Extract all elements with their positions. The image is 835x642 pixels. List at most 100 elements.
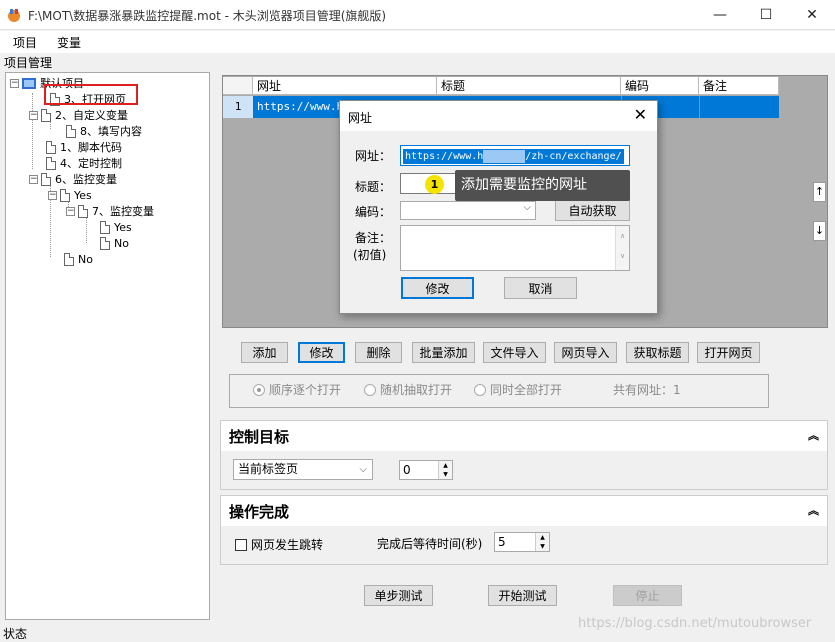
tree-item-label: Yes: [114, 220, 132, 234]
tree-item-yes-nested[interactable]: Yes: [100, 219, 132, 235]
column-note[interactable]: 备注: [699, 77, 779, 95]
checkbox-icon[interactable]: [235, 538, 247, 551]
radio-sequential[interactable]: 顺序逐个打开: [253, 381, 341, 398]
maximize-button[interactable]: ☐: [743, 0, 789, 30]
app-icon: [6, 7, 22, 23]
tree-item-label: 1、脚本代码: [60, 141, 122, 154]
tree-item-timer-control[interactable]: 4、定时控制: [46, 155, 122, 171]
document-icon: [41, 108, 51, 122]
batch-add-button[interactable]: 批量添加: [412, 342, 475, 363]
tree-item-no[interactable]: No: [64, 251, 93, 267]
collapse-chevron-icon[interactable]: ︽: [808, 427, 819, 443]
url-input[interactable]: https://www.h/zh-cn/exchange/: [400, 145, 630, 166]
collapse-icon[interactable]: −: [10, 78, 19, 88]
tree-item-label: 4、定时控制: [60, 157, 122, 170]
project-panel-label: 项目管理: [4, 56, 53, 70]
add-button[interactable]: 添加: [241, 342, 288, 363]
page-import-button[interactable]: 网页导入: [554, 342, 617, 363]
spinner-value: 5: [498, 535, 506, 549]
radio-dot-icon: [253, 383, 265, 396]
tree-item-yes[interactable]: − Yes: [48, 187, 92, 203]
step-test-button[interactable]: 单步测试: [364, 585, 433, 606]
url-value-end: /zh-cn/exchange/: [525, 151, 622, 162]
get-title-button[interactable]: 获取标题: [626, 342, 689, 363]
target-select[interactable]: 当前标签页 ⌵: [233, 459, 373, 480]
checkbox-label: 网页发生跳转: [251, 538, 324, 552]
delete-button[interactable]: 删除: [355, 342, 402, 363]
document-icon: [60, 188, 70, 202]
status-bar-label: 状态: [3, 627, 28, 641]
url-count: 共有网址：1: [613, 383, 681, 397]
watermark: https://blog.csdn.net/mutoubrowser: [578, 616, 812, 631]
collapse-icon[interactable]: −: [29, 110, 38, 120]
operation-done-section: 操作完成 ︽ 网页发生跳转 完成后等待时间(秒) 5 ▲ ▼: [220, 495, 828, 565]
dialog-title: 网址: [348, 111, 373, 125]
auto-detect-button[interactable]: 自动获取: [555, 200, 630, 221]
move-down-button[interactable]: ↓: [813, 221, 826, 241]
edit-button[interactable]: 修改: [298, 342, 345, 363]
tree-item-label: 2、自定义变量: [55, 109, 128, 122]
highlight-box: [44, 84, 138, 105]
document-icon: [41, 172, 51, 186]
note-label: 备注：: [355, 231, 392, 245]
dialog-cancel-button[interactable]: 取消: [504, 277, 577, 299]
radio-label: 同时全部打开: [490, 383, 563, 397]
operation-done-title: 操作完成: [229, 503, 290, 521]
scrollbar[interactable]: ∧ ∨: [615, 226, 629, 270]
encoding-select[interactable]: ⌵: [400, 201, 536, 220]
radio-random[interactable]: 随机抽取打开: [364, 381, 452, 398]
minimize-button[interactable]: —: [697, 0, 743, 30]
title-label: 标题：: [355, 180, 392, 194]
document-icon: [100, 220, 110, 234]
url-value-start: https://www.h: [405, 151, 484, 162]
tree-item-label: Yes: [74, 188, 92, 202]
tree-item-label: 8、填写内容: [80, 125, 142, 138]
collapse-icon[interactable]: −: [29, 174, 38, 184]
project-tree[interactable]: − 默认项目 3、打开网页 − 2、自定义变量 8、填写内容 1、脚本代码 4、…: [5, 72, 210, 620]
column-title[interactable]: 标题: [437, 77, 621, 95]
start-test-button[interactable]: 开始测试: [488, 585, 557, 606]
radio-label: 顺序逐个打开: [269, 383, 342, 397]
spinner-arrows-icon[interactable]: ▲ ▼: [438, 461, 452, 479]
url-dialog: 网址 ✕ 网址： https://www.h/zh-cn/exchange/ 标…: [339, 100, 658, 314]
menu-bar: [0, 31, 835, 53]
target-spinner[interactable]: 0 ▲ ▼: [399, 460, 453, 480]
tree-item-no-nested[interactable]: No: [100, 235, 129, 251]
wait-spinner[interactable]: 5 ▲ ▼: [494, 532, 550, 552]
redirect-checkbox[interactable]: 网页发生跳转: [235, 536, 323, 553]
cell-note[interactable]: [699, 96, 779, 118]
column-url[interactable]: 网址: [253, 77, 437, 95]
tooltip: 添加需要监控的网址: [455, 170, 630, 201]
url-label: 网址：: [355, 149, 392, 163]
tree-item-custom-variable[interactable]: − 2、自定义变量: [29, 107, 128, 123]
collapse-icon[interactable]: −: [48, 190, 57, 200]
move-up-button[interactable]: ↑: [813, 182, 826, 202]
stop-button[interactable]: 停止: [613, 585, 682, 606]
document-icon: [100, 236, 110, 250]
note-sublabel: (初值): [353, 248, 387, 262]
tree-item-monitor-variable[interactable]: − 6、监控变量: [29, 171, 117, 187]
tree-item-monitor-variable-7[interactable]: − 7、监控变量: [66, 203, 154, 219]
file-import-button[interactable]: 文件导入: [483, 342, 546, 363]
radio-all[interactable]: 同时全部打开: [474, 381, 562, 398]
chevron-down-icon: ⌵: [359, 464, 367, 475]
control-target-section: 控制目标 ︽ 当前标签页 ⌵ 0 ▲ ▼: [220, 420, 828, 490]
spinner-value: 0: [403, 463, 411, 477]
blurred-region: [483, 149, 526, 163]
collapse-icon[interactable]: −: [66, 206, 75, 216]
menu-variables[interactable]: 变量: [57, 34, 81, 51]
column-encoding[interactable]: 编码: [621, 77, 699, 95]
note-textarea[interactable]: ∧ ∨: [400, 225, 630, 271]
dialog-close-icon[interactable]: ✕: [634, 105, 647, 124]
tree-item-fill-content[interactable]: 8、填写内容: [66, 123, 142, 139]
encoding-label: 编码：: [355, 205, 392, 219]
open-page-button[interactable]: 打开网页: [697, 342, 760, 363]
url-input-value: https://www.h/zh-cn/exchange/: [403, 149, 624, 164]
menu-project[interactable]: 项目: [13, 34, 37, 51]
spinner-arrows-icon[interactable]: ▲ ▼: [535, 533, 549, 551]
dialog-ok-button[interactable]: 修改: [401, 277, 474, 299]
close-button[interactable]: ✕: [789, 0, 835, 30]
tree-item-label: No: [78, 252, 93, 266]
tree-item-script-code[interactable]: 1、脚本代码: [46, 139, 122, 155]
collapse-chevron-icon[interactable]: ︽: [808, 502, 819, 518]
